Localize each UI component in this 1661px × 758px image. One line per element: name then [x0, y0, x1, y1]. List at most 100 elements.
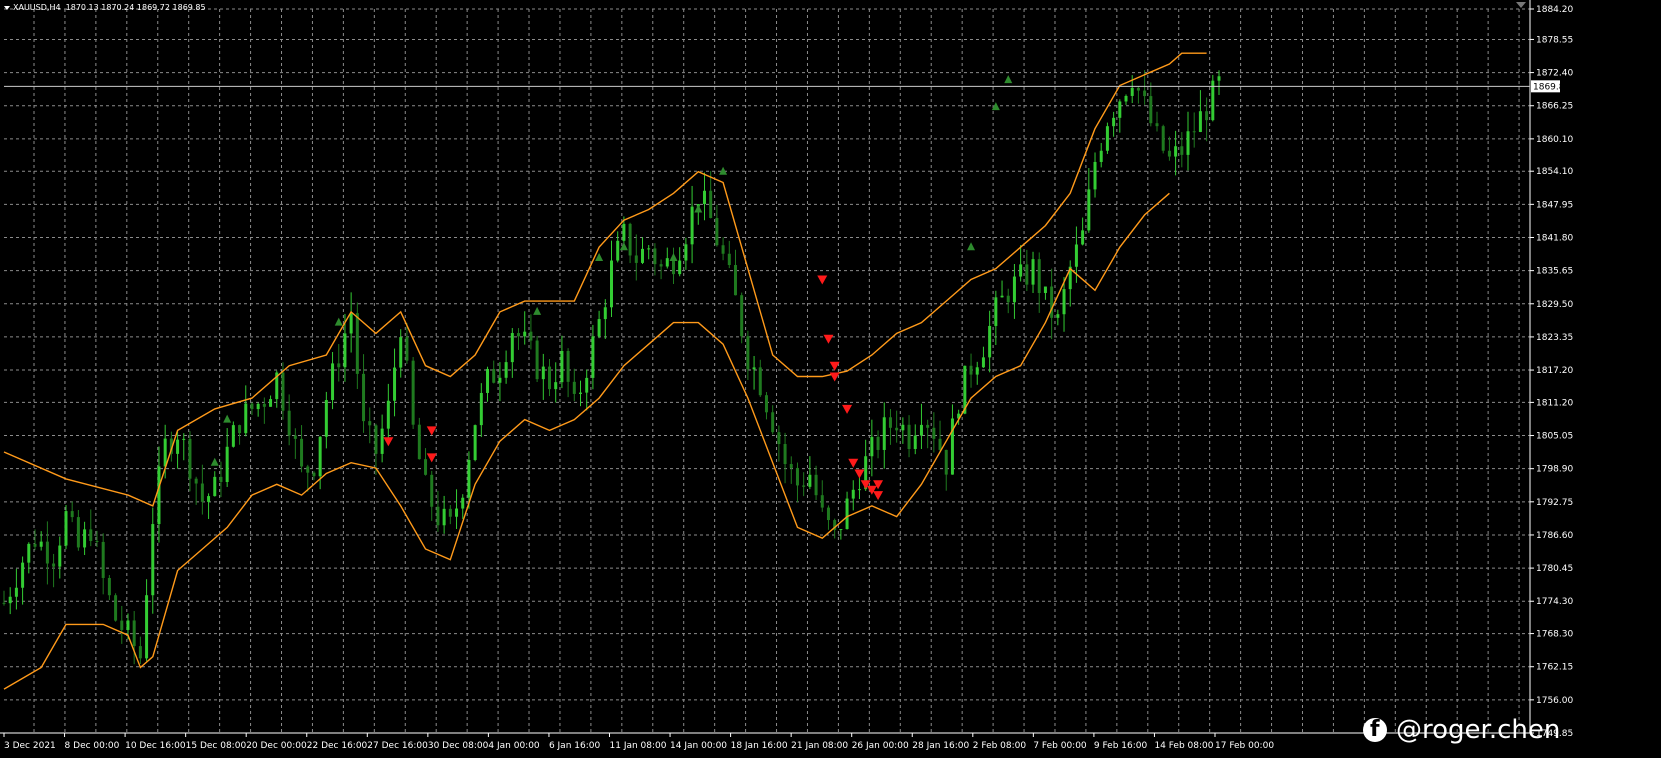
x-tick-label: 9 Feb 16:00 [1094, 741, 1148, 751]
y-tick-label: 1854.10 [1536, 167, 1573, 177]
candle-body [461, 497, 465, 509]
candle-body [83, 529, 87, 548]
candle-body [988, 325, 992, 358]
candle-body [721, 245, 725, 254]
candle-body [1031, 259, 1035, 285]
candle-body [585, 377, 589, 393]
candle-body [14, 587, 18, 597]
symbol-name: XAUUSD,H4 [13, 3, 61, 12]
y-tick-label: 1829.50 [1536, 300, 1573, 310]
chart-shift-marker-icon[interactable] [1516, 2, 1526, 8]
y-tick-label: 1884.20 [1536, 5, 1573, 15]
candle-body [442, 508, 446, 526]
candle-body [244, 403, 248, 434]
candle-body [436, 506, 440, 526]
y-tick-label: 1847.95 [1536, 200, 1573, 210]
candle-body [715, 217, 719, 246]
candle-body [293, 435, 297, 439]
candle-body [1136, 87, 1140, 91]
candle-body [498, 377, 502, 383]
chevron-down-icon[interactable] [4, 5, 10, 10]
candle-body [337, 363, 341, 368]
candle-body [548, 366, 552, 390]
candle-body [39, 541, 43, 547]
y-tick-label: 1792.75 [1536, 498, 1573, 508]
candle-body [455, 508, 459, 517]
candle-body [628, 223, 632, 256]
candle-body [145, 595, 149, 659]
buy-arrow-icon [967, 242, 976, 251]
candle-body [572, 381, 576, 394]
candle-body [882, 417, 886, 450]
candle-body [200, 483, 204, 502]
candle-body [1093, 161, 1097, 190]
y-tick-label: 1780.45 [1536, 564, 1573, 574]
x-tick-label: 30 Dec 08:00 [428, 741, 489, 751]
candle-body [324, 400, 328, 437]
candle-body [1161, 126, 1165, 151]
candle-body [27, 543, 31, 563]
candle-body [355, 313, 359, 374]
time-axis-labels: 3 Dec 2021 8 Dec 00:00 10 Dec 16:00 15 Dec … [3, 733, 1274, 751]
x-tick-label: 17 Feb 00:00 [1215, 741, 1274, 751]
candle-body [727, 253, 731, 266]
candle-body [343, 333, 347, 368]
y-tick-label: 1878.55 [1536, 35, 1573, 45]
y-tick-label: 1786.60 [1536, 531, 1573, 541]
candle-body [783, 444, 787, 465]
x-tick-label: 28 Jan 16:00 [912, 741, 969, 751]
candle-body [1118, 101, 1122, 118]
candle-body [994, 297, 998, 326]
candle-body [21, 562, 25, 588]
candle-body [950, 418, 954, 475]
candle-body [690, 206, 694, 245]
candle-body [318, 436, 322, 477]
candle-body [746, 336, 750, 370]
x-tick-label: 14 Feb 08:00 [1154, 741, 1213, 751]
candle-body [349, 313, 353, 334]
sell-arrow-icon [383, 437, 394, 447]
x-tick-label: 21 Jan 08:00 [791, 741, 848, 751]
x-tick-label: 2 Feb 08:00 [973, 741, 1027, 751]
candle-body [919, 424, 923, 436]
candle-body [1050, 286, 1054, 318]
candle-body [8, 596, 12, 604]
candle-body [467, 460, 471, 498]
candle-body [535, 340, 539, 380]
candle-body [1012, 276, 1016, 303]
x-tick-label: 26 Jan 00:00 [852, 741, 909, 751]
candle-body [665, 258, 669, 267]
price-chart[interactable]: 1884.20 1878.55 1872.40 1866.25 1860.10 1854.… [0, 0, 1661, 758]
candle-body [566, 350, 570, 382]
candle-body [1155, 123, 1159, 127]
y-tick-label: 1811.20 [1536, 398, 1573, 408]
candle-body [213, 476, 217, 497]
candle-body [647, 248, 651, 250]
candle-body [504, 362, 508, 378]
x-tick-label: 4 Jan 00:00 [488, 741, 540, 751]
candle-body [1124, 95, 1128, 102]
candle-body [76, 517, 80, 548]
candle-body [709, 190, 713, 218]
candle-body [876, 436, 880, 450]
candle-body [1074, 244, 1078, 267]
sell-arrow-icon [817, 275, 828, 285]
candle-body [938, 438, 942, 450]
candle-body [1043, 286, 1047, 294]
candle-body [740, 295, 744, 337]
candle-body [764, 395, 768, 413]
candle-body [225, 446, 229, 483]
watermark-handle: @roger.chen [1396, 715, 1561, 745]
y-tick-label: 1774.30 [1536, 597, 1573, 607]
candle-body [517, 333, 521, 337]
candle-body [845, 498, 849, 530]
candle-body [479, 392, 483, 426]
candle-body [839, 529, 843, 531]
candle-body [194, 478, 198, 484]
sell-arrow-icon [873, 491, 884, 501]
x-tick-label: 8 Dec 00:00 [65, 741, 120, 751]
candle-body [132, 620, 136, 647]
buy-arrow-icon [619, 242, 628, 251]
candle-body [777, 432, 781, 445]
candle-body [659, 264, 663, 267]
